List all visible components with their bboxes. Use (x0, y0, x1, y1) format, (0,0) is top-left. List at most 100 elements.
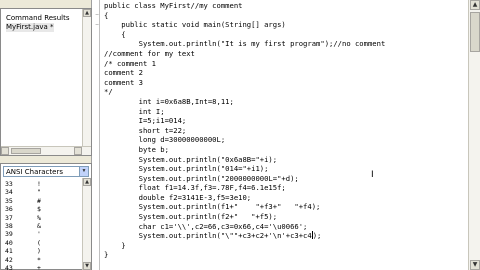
scroll-left-arrow-icon[interactable] (1, 147, 9, 155)
tree-item-myfirst-java[interactable]: MyFirst.java * (6, 23, 54, 32)
code-line[interactable]: long d=30000000000L; (104, 135, 385, 145)
code-line[interactable]: System.out.println(f2+" "+f5); (104, 212, 385, 222)
char-row[interactable]: 39 ' (3, 230, 81, 238)
code-line[interactable]: comment 3 (104, 78, 385, 88)
char-code: 34 (5, 188, 13, 197)
code-line-text: int I; (104, 106, 165, 116)
code-line-text: I=5;i1=014; (104, 116, 187, 126)
code-line[interactable]: byte b; (104, 145, 385, 155)
char-row[interactable]: 42 * (3, 256, 81, 264)
code-line-text: { (104, 10, 109, 20)
code-line[interactable]: float f1=14.3f,f3=.78F,f4=6.1e15f; (104, 183, 385, 193)
char-row[interactable]: 33! (3, 180, 81, 188)
char-code: 43 (5, 263, 13, 270)
code-line[interactable]: System.out.println("014="+i1); (104, 164, 385, 174)
scroll-up-arrow-icon[interactable]: ▲ (83, 9, 91, 17)
code-line-text: char c1='\\',c2=66,c3=0x66,c4='\u0066'; (104, 221, 308, 231)
code-line[interactable]: char c1='\\',c2=66,c3=0x66,c4='\u0066'; (104, 222, 385, 232)
code-line[interactable]: System.out.println("2000000000L="+d); (104, 174, 385, 184)
character-list[interactable]: 33! 34 " 35 #36 $37% 38 & 39 ' 40(41) 42 * 43 + (3, 180, 81, 270)
scroll-down-arrow-icon[interactable]: ▼ (83, 262, 91, 270)
tree-item-command-results[interactable]: Command Results (6, 14, 69, 23)
file-tree-panel: Command Results MyFirst.java * ▲ ▼ (0, 8, 92, 156)
char-glyph: ! (37, 180, 41, 188)
code-line-text: System.out.println("014="+i1); (104, 164, 269, 174)
code-line-text: long d=30000000000L; (104, 135, 226, 145)
char-glyph: " (37, 188, 41, 197)
editor-vertical-scrollbar[interactable]: ▲ ▼ (468, 0, 480, 270)
char-row[interactable]: 34 " (3, 188, 81, 196)
char-glyph: % (37, 213, 41, 222)
code-line[interactable]: public static void main(String[] args) (104, 20, 385, 30)
code-text[interactable]: public class MyFirst//my comment{ public… (104, 1, 385, 260)
char-glyph: ' (37, 230, 41, 239)
scroll-up-arrow-icon[interactable]: ▲ (470, 0, 480, 10)
char-code: 37 (5, 213, 13, 222)
fold-marker-icon[interactable]: − (95, 22, 99, 28)
code-line[interactable]: double f2=3141E-3,f5=3e10; (104, 193, 385, 203)
scroll-thumb[interactable] (11, 148, 41, 154)
scroll-thumb[interactable] (470, 12, 480, 52)
char-row[interactable]: 41) (3, 247, 81, 255)
char-row[interactable]: 38 & (3, 222, 81, 230)
code-line-text: comment 2 (104, 68, 143, 78)
tree-vertical-scrollbar[interactable]: ▲ ▼ (82, 9, 91, 155)
charset-select[interactable]: ANSI Characters ▼ (3, 166, 89, 177)
character-map-panel: ANSI Characters ▼ 33! 34 " 35 #36 $37% 38 & 39 ' 4… (0, 163, 92, 270)
code-line-text: System.out.println("0x6a8B="+i); (104, 154, 278, 164)
code-line-text: System.out.println(f2+" "+f5); (104, 212, 278, 222)
chevron-down-icon[interactable]: ▼ (79, 167, 88, 176)
scroll-up-arrow-icon[interactable]: ▲ (83, 178, 91, 186)
code-line[interactable]: public class MyFirst//my comment (104, 1, 385, 11)
code-line[interactable]: { (104, 11, 385, 21)
char-code: 36 (5, 205, 13, 214)
scroll-right-arrow-icon[interactable] (74, 147, 82, 155)
code-line[interactable]: comment 2 (104, 68, 385, 78)
charset-select-value: ANSI Characters (6, 168, 63, 176)
scroll-down-arrow-icon[interactable]: ▼ (470, 260, 480, 270)
char-glyph: & (37, 221, 41, 230)
code-line-text: System.out.println("It is my first progr… (104, 39, 386, 49)
code-line[interactable]: } (104, 250, 385, 260)
char-row[interactable]: 35 # (3, 197, 81, 205)
code-line[interactable]: int i=0x6a8B,Int=8,11; (104, 97, 385, 107)
code-line[interactable]: //comment for my text (104, 49, 385, 59)
code-line-text: /* comment 1 (104, 58, 156, 68)
code-line[interactable]: System.out.println("\""+c3+c2+'\n'+c3+c4… (104, 231, 385, 241)
code-line-text: byte b; (104, 144, 169, 154)
code-editor[interactable]: − − public class MyFirst//my comment{ pu… (93, 0, 480, 270)
code-line-text: public static void main(String[] args) (104, 20, 286, 30)
code-line-text: } (104, 250, 109, 260)
char-glyph: $ (37, 205, 41, 214)
code-line-text: comment 3 (104, 77, 143, 87)
code-line[interactable]: System.out.println("It is my first progr… (104, 39, 386, 49)
code-line-text: short t=22; (104, 125, 187, 135)
char-glyph: # (37, 196, 41, 205)
code-line-text: } (104, 240, 126, 250)
side-panels: Command Results MyFirst.java * ▲ ▼ ANSI … (0, 0, 92, 270)
char-code: 33 (5, 180, 13, 188)
char-row[interactable]: 40 ( (3, 239, 81, 247)
code-line[interactable]: System.out.println("0x6a8B="+i); (104, 155, 385, 165)
char-code: 39 (5, 230, 13, 239)
char-row[interactable]: 37% (3, 214, 81, 222)
char-row[interactable]: 43 + (3, 264, 81, 270)
code-line-text: //comment for my text (104, 48, 195, 58)
code-line[interactable]: int I; (104, 107, 385, 117)
code-line-text: public class MyFirst//my comment (104, 1, 243, 10)
code-line[interactable]: /* comment 1 (104, 59, 385, 69)
code-line-text: System.out.println("2000000000L="+d); (104, 173, 299, 183)
code-line[interactable]: { (104, 30, 385, 40)
char-code: 42 (5, 255, 13, 264)
fold-marker-icon[interactable]: − (95, 12, 99, 18)
code-line[interactable]: short t=22; (104, 126, 385, 136)
char-glyph: + (37, 263, 41, 270)
code-line[interactable]: I=5;i1=014; (104, 116, 385, 126)
char-code: 41 (5, 247, 13, 256)
charlist-vertical-scrollbar[interactable]: ▲ ▼ (82, 178, 91, 270)
char-row[interactable]: 36 $ (3, 205, 81, 213)
tree-horizontal-scrollbar[interactable] (1, 146, 91, 155)
code-line[interactable]: System.out.println(f1+" "+f3+" "+f4); (104, 202, 385, 212)
code-line[interactable]: } (104, 241, 385, 251)
code-line[interactable]: */ (104, 87, 385, 97)
